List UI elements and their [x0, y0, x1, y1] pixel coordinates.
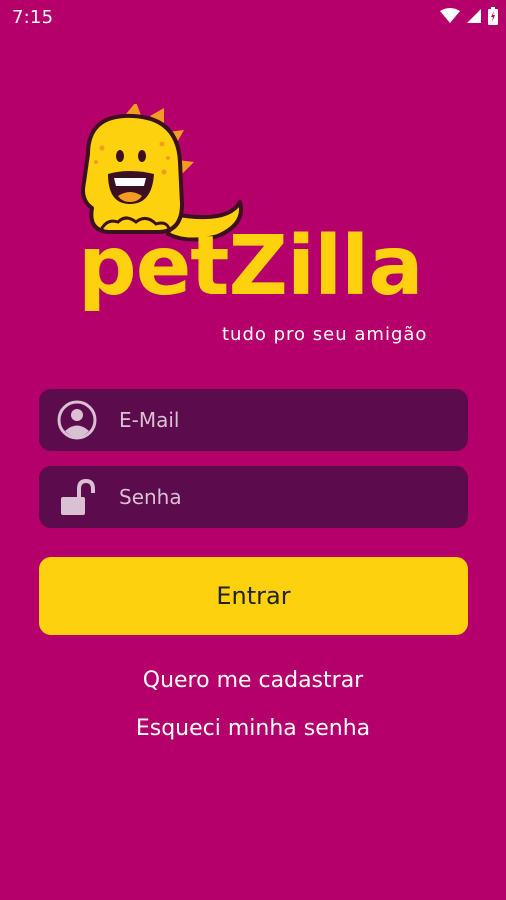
wifi-icon — [440, 8, 460, 29]
email-input[interactable] — [117, 407, 441, 433]
forgot-password-link[interactable]: Esqueci minha senha — [0, 716, 506, 741]
password-field[interactable] — [39, 466, 468, 528]
unlock-icon — [55, 475, 99, 519]
user-icon — [55, 398, 99, 442]
status-icons — [440, 7, 498, 30]
logo-wordmark: petZilla — [78, 219, 424, 314]
logo-tagline: tudo pro seu amigão — [222, 324, 428, 345]
status-time: 7:15 — [12, 7, 54, 28]
password-input[interactable] — [117, 484, 441, 510]
status-bar: 7:15 — [0, 0, 506, 36]
login-button[interactable]: Entrar — [39, 557, 468, 635]
register-link[interactable]: Quero me cadastrar — [0, 668, 506, 693]
logo: petZilla tudo pro seu amigão — [78, 104, 438, 354]
signal-icon — [466, 8, 482, 29]
email-field[interactable] — [39, 389, 468, 451]
battery-icon — [488, 7, 498, 30]
